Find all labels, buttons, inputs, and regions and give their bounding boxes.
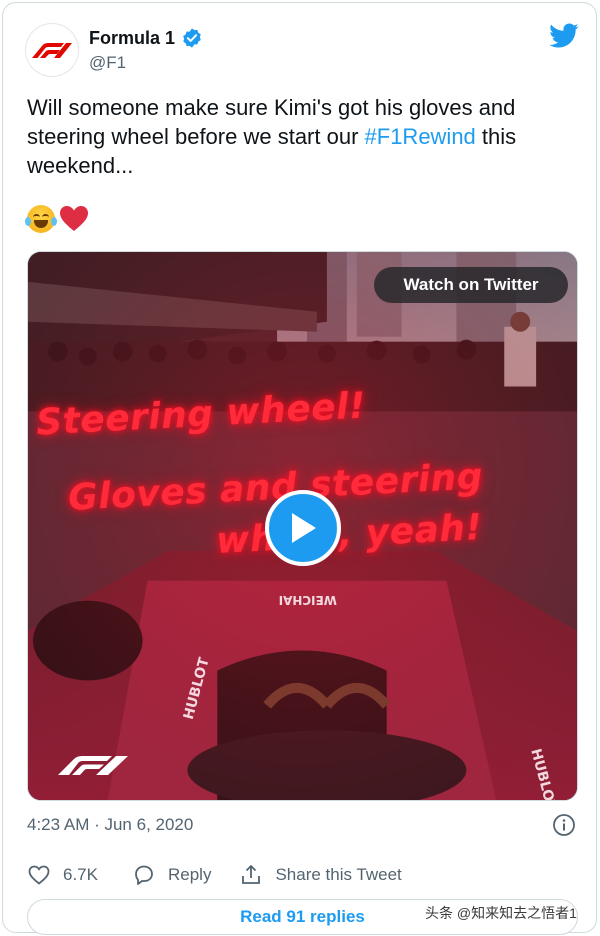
red-heart-emoji-icon — [60, 206, 88, 231]
share-button[interactable]: Share this Tweet — [239, 863, 402, 887]
verified-badge-icon — [183, 28, 201, 48]
share-label: Share this Tweet — [275, 865, 402, 884]
author-name[interactable]: Formula 1 — [89, 27, 203, 49]
reply-action-button[interactable]: Reply — [132, 863, 211, 887]
source-watermark: 头条 @知来知去之悟者1 — [425, 905, 577, 921]
like-count: 6.7K — [63, 865, 98, 884]
reply-label: Reply — [167, 865, 212, 884]
video-player[interactable]: HUBLOT HUBLOT WEICHAI Steering wheel! Gl… — [27, 251, 578, 801]
author-handle[interactable]: @F1 — [89, 53, 126, 73]
tears-of-joy-emoji-icon — [25, 205, 57, 233]
tweet-card: Formula 1 @F1 Will someone make sure Kim… — [2, 2, 597, 935]
twitter-bird-icon[interactable] — [549, 23, 579, 49]
play-button[interactable] — [265, 490, 341, 566]
watch-on-twitter-button[interactable]: Watch on Twitter — [374, 267, 568, 303]
tweet-text: Will someone make sure Kimi's got his gl… — [27, 93, 582, 180]
f1-watermark-icon — [58, 756, 128, 775]
heart-icon — [28, 865, 50, 885]
hashtag-link[interactable]: #F1Rewind — [365, 124, 476, 149]
reply-icon — [135, 865, 153, 885]
tweet-actions: 6.7K Reply Share this Tweet — [27, 861, 402, 889]
share-icon — [242, 865, 261, 884]
avatar[interactable] — [25, 23, 79, 77]
info-icon[interactable] — [552, 813, 576, 837]
play-icon — [292, 513, 316, 543]
emoji-row — [25, 205, 89, 233]
like-button[interactable]: 6.7K — [27, 863, 98, 887]
car-sponsor-text-top: WEICHAI — [279, 593, 337, 607]
f1-logo-icon — [32, 43, 72, 58]
author-name-text: Formula 1 — [89, 27, 176, 48]
tweet-timestamp[interactable]: 4:23 AM · Jun 6, 2020 — [27, 815, 193, 835]
